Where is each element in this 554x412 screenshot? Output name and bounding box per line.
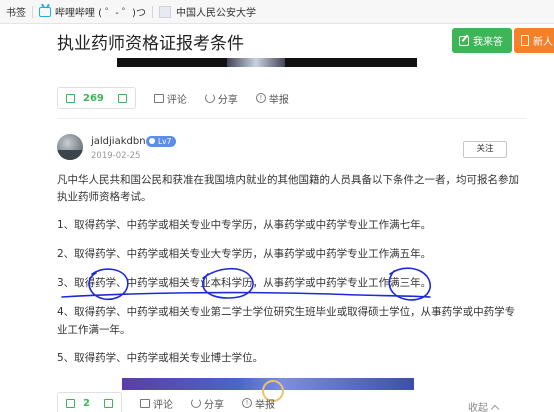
comment-button[interactable]: 评论 [139,396,173,411]
chevron-up-icon [490,404,500,412]
share-icon [190,398,201,408]
answer-button[interactable]: 我来答 [452,28,512,53]
answer-image-thumbnail[interactable] [122,378,414,402]
answer-date: 2019-02-25 [91,151,141,161]
newbie-button-label: 新人 [533,37,553,48]
share-button[interactable]: 分享 [204,91,238,106]
edit-icon [459,35,469,46]
bookmark-bookmarks[interactable]: 书签 [0,0,32,24]
follow-button[interactable]: 关注 [463,141,507,158]
bookmark-label: 中国人民公安大学 [175,8,256,19]
thumbs-up-icon[interactable] [66,93,75,103]
condition-item-5: 5、取得药学、中药学或相关专业博士学位。 [57,352,264,364]
share-button[interactable]: 分享 [190,396,224,411]
comment-icon [139,398,150,408]
section-divider [57,118,527,119]
question-video-thumbnail[interactable] [117,58,417,67]
page-icon [158,5,171,18]
bookmark-bilibili[interactable]: 哔哩哔哩 ( ゜- ゜)つ [33,0,152,24]
report-button[interactable]: ! 举报 [255,91,289,106]
question-action-bar: 269 评论 分享 ! 举报 [57,85,307,111]
answer-intro-line1: 凡中华人民共和国公民和获准在我国境内就业的其他国籍的人员具备以下条件之一者，均可… [57,174,519,186]
collapse-button[interactable]: 收起 [468,399,500,412]
report-label: 举报 [268,94,289,106]
comment-label: 评论 [152,399,173,411]
like-count: 269 [83,92,104,104]
newbie-button[interactable]: 新人 [514,28,554,53]
annotation-underline [61,291,431,298]
avatar[interactable] [57,134,83,160]
share-icon [204,93,215,103]
answer-button-label: 我来答 [473,37,503,48]
page-title: 执业药师资格证报考条件 [57,34,244,54]
username[interactable]: jaldjiakdbn [91,136,146,147]
collapse-label: 收起 [468,403,488,412]
comment-icon [153,93,164,103]
condition-item-4-line1: 4、取得药学、中药学或相关专业第二学士学位研究生班毕业或取得硕士学位，从事药学或… [57,306,516,318]
like-box: 2 [57,392,122,412]
report-button[interactable]: ! 举报 [241,396,275,411]
report-label: 举报 [254,399,275,411]
question-header: 执业药师资格证报考条件 我来答 新人 [0,24,554,58]
condition-item-2: 2、取得药学、中药学或相关专业大专学历，从事药学或中药学专业工作满五年。 [57,248,432,260]
answer-action-bar: 2 评论 分享 ! 举报 [57,390,293,412]
comment-label: 评论 [166,94,187,106]
bookmark-ppsuc[interactable]: 中国人民公安大学 [153,0,262,24]
comment-button[interactable]: 评论 [153,91,187,106]
report-icon: ! [241,398,252,408]
thumbs-up-icon[interactable] [66,398,75,408]
share-label: 分享 [203,399,224,411]
condition-item-4-line2: 业工作满一年。 [57,324,131,336]
thumbnail-highlight [227,58,285,67]
thumbs-down-icon[interactable] [117,93,127,103]
share-label: 分享 [217,94,238,106]
report-icon: ! [255,93,266,103]
bilibili-icon [39,6,51,17]
bookmarks-bar: 书签 哔哩哔哩 ( ゜- ゜)つ 中国人民公安大学 [0,0,554,24]
document-icon [521,35,529,46]
answer-intro-line2: 执业药师资格考试。 [57,191,152,203]
thumbs-down-icon[interactable] [103,398,113,408]
like-count: 2 [83,397,90,409]
condition-item-1: 1、取得药学、中药学或相关专业中专学历，从事药学或中药学专业工作满七年。 [57,219,432,231]
like-box: 269 [57,87,136,109]
condition-item-3: 3、取得药学、中药学或相关专业本科学历，从事药学或中药学专业工作满三年。 [57,277,432,289]
bookmark-label: 哔哩哔哩 ( ゜- ゜)つ [55,8,146,19]
level-badge: Lv7 [146,136,177,147]
bookmark-label: 书签 [6,8,26,19]
